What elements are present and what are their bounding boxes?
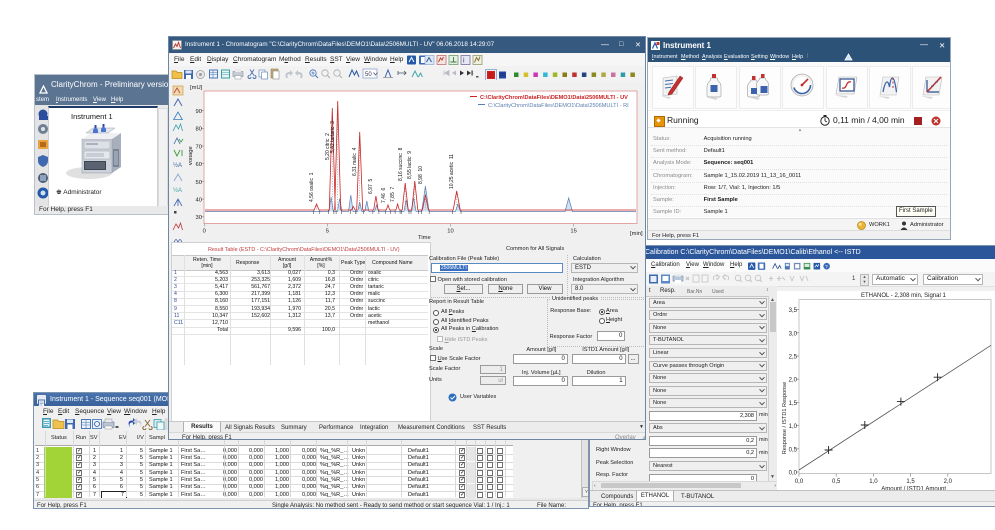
svg-text:½A: ½A — [173, 187, 182, 194]
svg-text:Amount / ISTD1 Amount: Amount / ISTD1 Amount — [881, 487, 946, 491]
svg-text:30: 30 — [196, 215, 202, 221]
svg-text:2,0: 2,0 — [789, 378, 798, 384]
svg-text:60: 60 — [196, 162, 202, 168]
svg-text:3,0: 3,0 — [789, 331, 798, 337]
svg-text:0,0: 0,0 — [795, 479, 804, 485]
svg-text:40: 40 — [196, 198, 202, 204]
svg-text:Time: Time — [418, 235, 431, 241]
svg-text:C:\ClarityChrom\DataFiles\DEMO: C:\ClarityChrom\DataFiles\DEMO1\Data\250… — [488, 103, 629, 109]
svg-text:50: 50 — [365, 72, 372, 78]
svg-text:1,0: 1,0 — [789, 424, 798, 430]
svg-text:[mU]: [mU] — [190, 85, 203, 91]
svg-text:0,5: 0,5 — [832, 479, 841, 485]
svg-text:0,0: 0,0 — [789, 471, 798, 477]
svg-text:90: 90 — [196, 109, 202, 115]
svg-text:5: 5 — [326, 229, 329, 235]
svg-text:Response / ISTD1 Response: Response / ISTD1 Response — [782, 382, 788, 454]
svg-text:2,5: 2,5 — [789, 355, 798, 361]
svg-text:Voltage: Voltage — [189, 146, 194, 165]
svg-text:0: 0 — [203, 229, 206, 235]
svg-text:2,0: 2,0 — [944, 479, 953, 485]
svg-text:80: 80 — [196, 127, 202, 133]
svg-text:1,5: 1,5 — [906, 479, 915, 485]
svg-text:[min]: [min] — [630, 231, 643, 237]
svg-text:15: 15 — [570, 229, 576, 235]
svg-text:70: 70 — [196, 144, 202, 150]
svg-text:50: 50 — [196, 180, 202, 186]
svg-text:3,5: 3,5 — [789, 308, 798, 314]
svg-text:?: ? — [825, 264, 828, 270]
svg-text:1,5: 1,5 — [789, 401, 798, 407]
svg-text:½A: ½A — [173, 162, 182, 169]
svg-text:C:\ClarityChrom\DataFiles\DEMO: C:\ClarityChrom\DataFiles\DEMO1\Data\250… — [480, 95, 628, 101]
svg-text:1,0: 1,0 — [869, 479, 878, 485]
svg-text:10: 10 — [447, 229, 453, 235]
svg-text:0,5: 0,5 — [789, 447, 798, 453]
